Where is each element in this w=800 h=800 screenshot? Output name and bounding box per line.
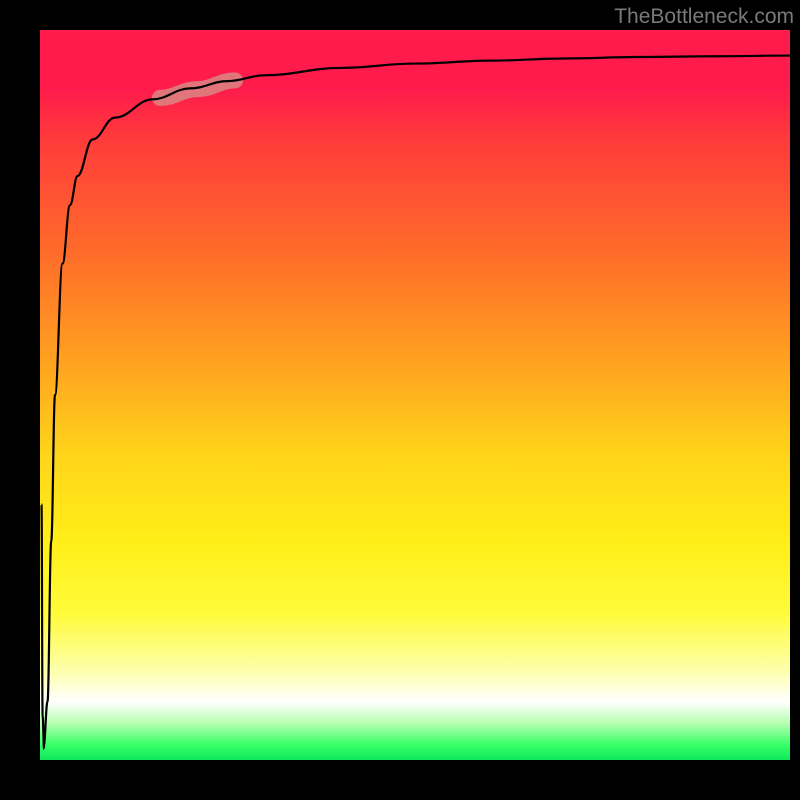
bottleneck-curve <box>42 56 791 750</box>
chart-plot-area <box>40 30 790 760</box>
curve-highlight <box>160 80 235 98</box>
attribution-text: TheBottleneck.com <box>614 5 794 29</box>
chart-svg <box>40 30 790 760</box>
